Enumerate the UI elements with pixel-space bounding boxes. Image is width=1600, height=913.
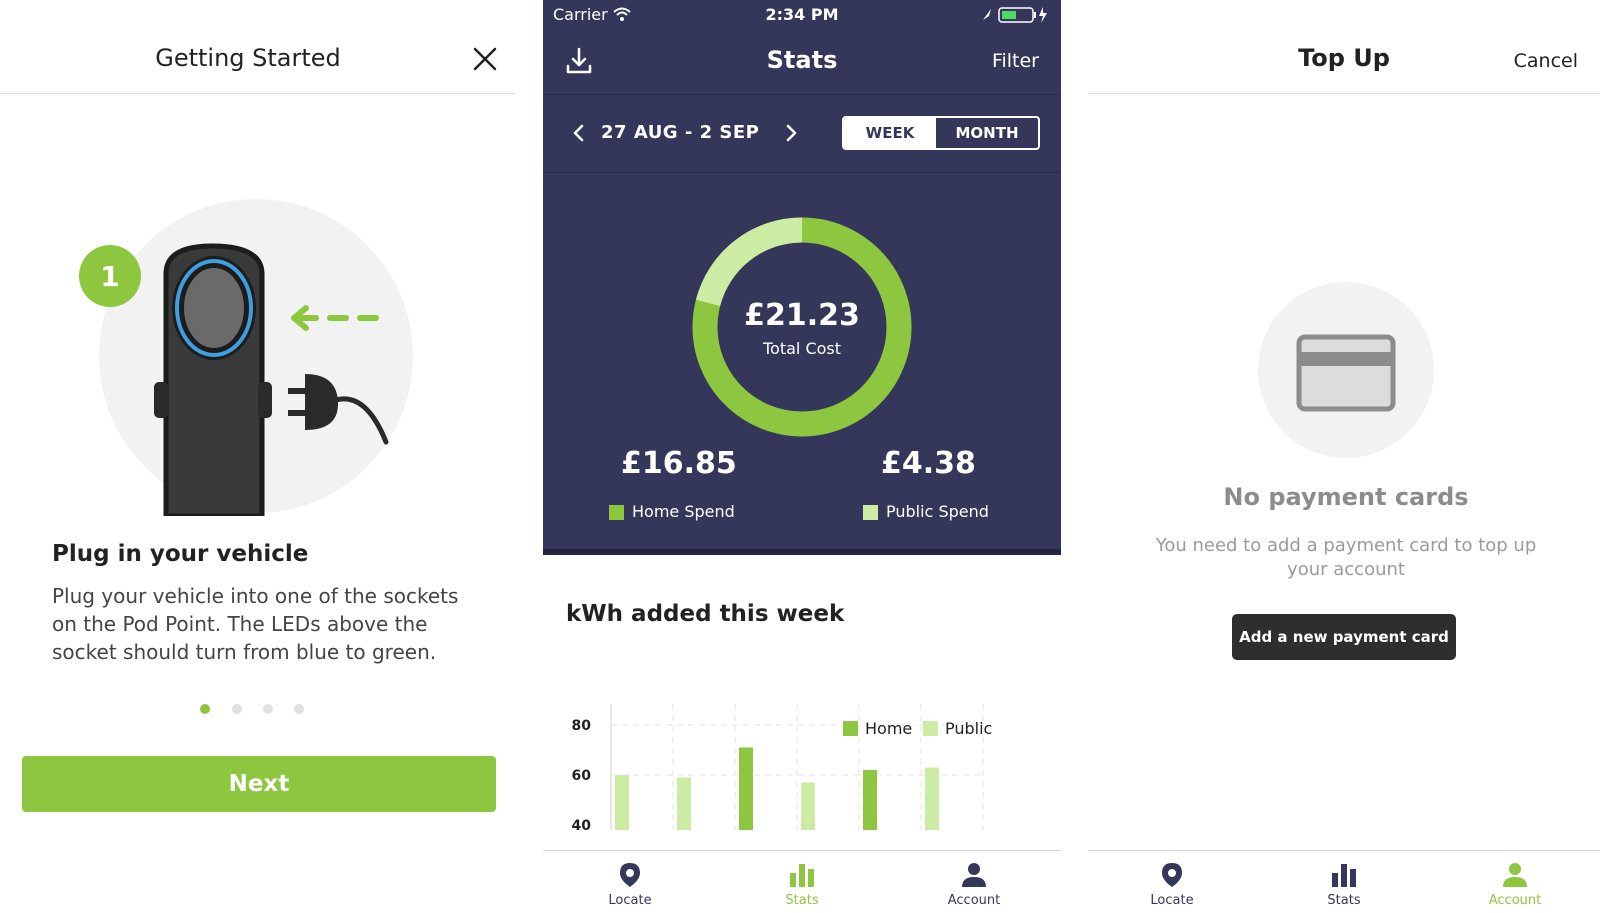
- total-cost-label: Total Cost: [762, 339, 842, 358]
- divider: [543, 549, 1061, 555]
- page-dot[interactable]: [263, 704, 273, 714]
- y-tick-label: 60: [572, 768, 592, 784]
- chevron-right-icon[interactable]: [781, 122, 801, 144]
- public-spend-label: Public Spend: [886, 502, 989, 521]
- page-dot[interactable]: [200, 704, 210, 714]
- kwh-bar-chart: 40 60 80 Home Public: [572, 704, 992, 834]
- page-title: Getting Started: [155, 44, 341, 72]
- chart-bar-home: [863, 770, 877, 830]
- page-dot[interactable]: [294, 704, 304, 714]
- period-toggle: WEEK MONTH: [842, 116, 1040, 150]
- credit-card-icon: [1296, 334, 1396, 412]
- pin-icon: [1162, 863, 1182, 887]
- tab-label: Locate: [1150, 893, 1194, 908]
- cancel-button[interactable]: Cancel: [1514, 50, 1578, 72]
- chevron-left-icon[interactable]: [569, 122, 589, 144]
- top-up-screen: Top Up Cancel No payment cards You need …: [1088, 0, 1600, 913]
- step-badge-number: 1: [100, 260, 120, 293]
- public-spend-amount: £4.38: [881, 446, 976, 481]
- add-payment-card-button[interactable]: Add a new payment card: [1232, 614, 1456, 660]
- tab-label: Account: [947, 893, 1001, 908]
- total-cost-amount: £21.23: [744, 298, 860, 333]
- chart-bar-public: [615, 775, 629, 830]
- legend-swatch-home: [843, 721, 858, 736]
- legend-label-home: Home: [865, 719, 912, 738]
- tab-label: Account: [1488, 893, 1542, 908]
- legend-label-public: Public: [945, 719, 992, 738]
- battery-icon: [983, 7, 1047, 23]
- stats-summary-area: Carrier 2:34 PM Stats Filter 27 AUG - 2 …: [543, 0, 1061, 555]
- step-title: Plug in your vehicle: [52, 541, 309, 567]
- month-toggle-button[interactable]: MONTH: [936, 118, 1038, 148]
- filter-button[interactable]: Filter: [992, 50, 1039, 72]
- divider: [543, 172, 1061, 173]
- status-bar: Carrier 2:34 PM: [543, 0, 1061, 30]
- close-icon[interactable]: [470, 44, 500, 74]
- public-legend-swatch: [863, 505, 878, 520]
- getting-started-header: Getting Started: [0, 0, 516, 94]
- person-icon: [962, 863, 986, 887]
- page-dot[interactable]: [232, 704, 242, 714]
- y-tick-label: 80: [572, 718, 592, 734]
- tab-stats[interactable]: Stats: [1284, 851, 1404, 913]
- tab-label: Locate: [608, 893, 652, 908]
- tab-locate[interactable]: Locate: [570, 851, 690, 913]
- chart-bar-home: [739, 747, 753, 830]
- empty-state-description: You need to add a payment card to top up…: [1155, 535, 1537, 580]
- plug-in-illustration: [79, 199, 413, 516]
- tab-account[interactable]: Account: [914, 851, 1034, 913]
- top-up-header: Top Up Cancel: [1088, 0, 1600, 94]
- pin-icon: [620, 863, 640, 887]
- tab-label: Stats: [1327, 893, 1361, 908]
- getting-started-screen: Getting Started 1 Plug in your vehicle P…: [0, 0, 516, 913]
- kwh-chart-title: kWh added this week: [566, 601, 845, 627]
- person-icon: [1503, 863, 1527, 887]
- tab-account[interactable]: Account: [1455, 851, 1575, 913]
- step-description: Plug your vehicle into one of the socket…: [52, 584, 459, 664]
- empty-state-illustration: [1258, 282, 1434, 458]
- home-legend-swatch: [609, 505, 624, 520]
- tab-stats[interactable]: Stats: [742, 851, 862, 913]
- home-spend-amount: £16.85: [621, 446, 737, 481]
- next-button[interactable]: Next: [22, 756, 496, 812]
- home-spend-label: Home Spend: [632, 502, 735, 521]
- tab-bar: Locate Stats Account: [543, 850, 1061, 913]
- stats-screen: Carrier 2:34 PM Stats Filter 27 AUG - 2 …: [543, 0, 1061, 913]
- divider: [543, 94, 1061, 95]
- tab-label: Stats: [785, 893, 819, 908]
- week-toggle-button[interactable]: WEEK: [844, 118, 936, 148]
- bar-chart-icon: [1332, 864, 1356, 887]
- legend-swatch-public: [923, 721, 938, 736]
- tab-bar: Locate Stats Account: [1088, 850, 1600, 913]
- tab-locate[interactable]: Locate: [1112, 851, 1232, 913]
- empty-state-title: No payment cards: [1223, 483, 1469, 511]
- chart-bar-public: [925, 767, 939, 830]
- chart-bar-public: [677, 777, 691, 830]
- y-tick-label: 40: [572, 818, 592, 834]
- date-range-label: 27 AUG - 2 SEP: [601, 122, 760, 143]
- page-title: Stats: [766, 46, 838, 74]
- bar-chart-icon: [790, 864, 814, 887]
- chart-bar-public: [801, 782, 815, 830]
